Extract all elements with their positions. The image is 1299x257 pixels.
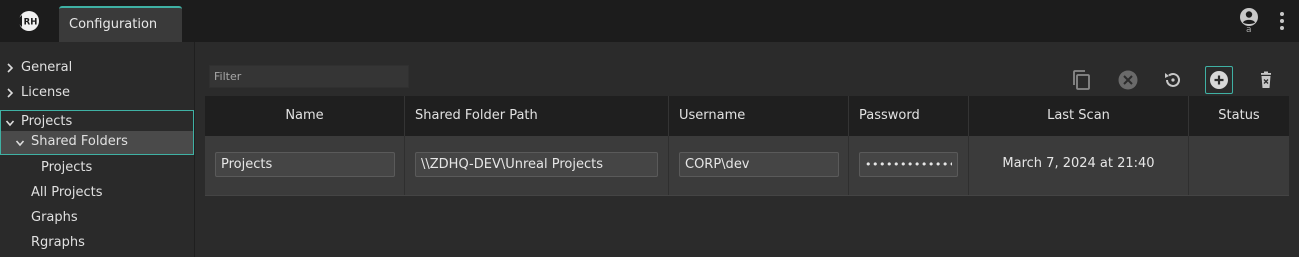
sidebar-item-shared-folders[interactable]: Shared Folders <box>0 131 194 155</box>
chevron-right-icon <box>7 63 14 73</box>
filter-input[interactable] <box>209 65 409 88</box>
sidebar-item-projects-child[interactable]: Projects <box>0 156 195 181</box>
column-header-username[interactable]: Username <box>669 96 849 136</box>
column-header-path[interactable]: Shared Folder Path <box>405 96 669 136</box>
chevron-down-icon <box>5 120 15 127</box>
more-menu-icon[interactable] <box>1276 10 1288 32</box>
rh-logo-icon: RH <box>16 11 39 31</box>
name-field[interactable] <box>215 152 395 177</box>
add-button[interactable] <box>1205 66 1233 94</box>
chevron-down-icon <box>15 140 25 147</box>
main-panel: Name Shared Folder Path Username Passwor… <box>196 42 1299 257</box>
cancel-icon[interactable] <box>1114 66 1142 94</box>
add-icon <box>1210 71 1228 89</box>
sidebar-item-label: License <box>21 85 71 100</box>
sidebar-item-license[interactable]: License <box>0 81 195 106</box>
sidebar-item-label: Rgraphs <box>31 235 85 250</box>
column-header-name[interactable]: Name <box>205 96 405 136</box>
sidebar-item-label: All Projects <box>31 185 103 200</box>
password-field[interactable] <box>859 152 958 177</box>
column-header-status[interactable]: Status <box>1189 96 1289 136</box>
sidebar-item-label: Shared Folders <box>31 134 128 149</box>
sidebar-item-general[interactable]: General <box>0 56 195 81</box>
sidebar: General License Projects Shared Folders … <box>0 42 195 257</box>
sidebar-item-all-projects[interactable]: All Projects <box>0 181 195 206</box>
column-header-last-scan[interactable]: Last Scan <box>969 96 1189 136</box>
chevron-right-icon <box>7 88 14 98</box>
username-field[interactable] <box>679 152 839 177</box>
top-bar: RH Configuration a <box>0 0 1299 42</box>
table-header: Name Shared Folder Path Username Passwor… <box>205 96 1289 136</box>
tab-label: Configuration <box>69 17 158 32</box>
account-circle-icon <box>1240 8 1258 26</box>
column-header-password[interactable]: Password <box>849 96 969 136</box>
table-row[interactable]: March 7, 2024 at 21:40 <box>205 136 1289 196</box>
account-letter: a <box>1246 25 1252 35</box>
sidebar-item-label: Projects <box>21 114 73 129</box>
shared-folders-table: Name Shared Folder Path Username Passwor… <box>205 96 1289 196</box>
tab-configuration[interactable]: Configuration <box>59 6 182 42</box>
last-scan-value: March 7, 2024 at 21:40 <box>1002 156 1155 171</box>
sidebar-item-rgraphs[interactable]: Rgraphs <box>0 231 195 256</box>
sidebar-item-label: Projects <box>41 160 93 175</box>
sidebar-item-graphs[interactable]: Graphs <box>0 206 195 231</box>
restore-icon[interactable] <box>1159 66 1187 94</box>
logo-text: RH <box>24 18 38 28</box>
copy-icon[interactable] <box>1068 66 1096 94</box>
delete-icon[interactable] <box>1252 66 1280 94</box>
shared-folder-path-field[interactable] <box>415 152 658 177</box>
sidebar-item-label: General <box>21 60 73 75</box>
account-button[interactable]: a <box>1238 7 1260 37</box>
sidebar-item-label: Graphs <box>31 210 78 225</box>
